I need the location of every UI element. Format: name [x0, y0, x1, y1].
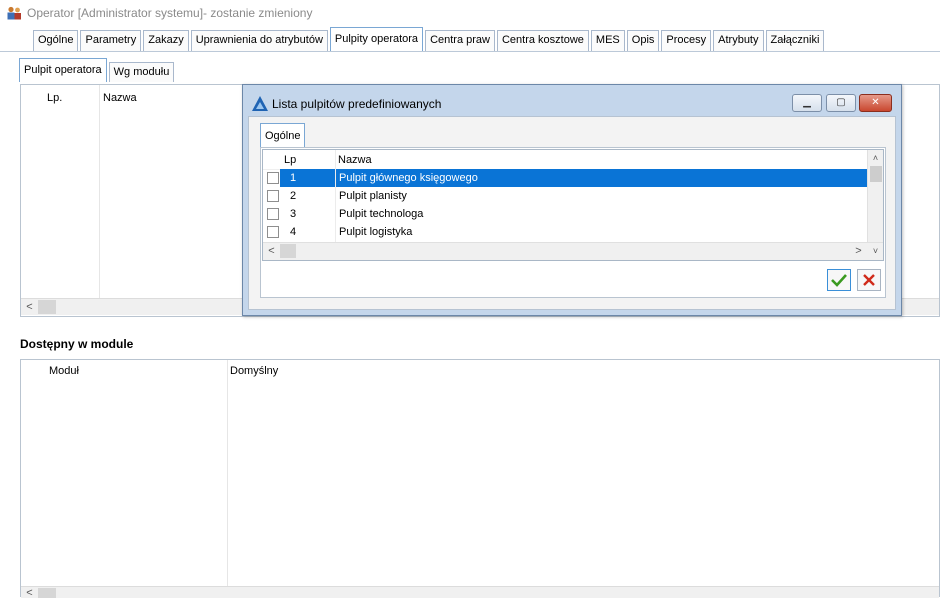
close-button[interactable]: ✕: [859, 94, 892, 112]
tab-procesy[interactable]: Procesy: [661, 30, 712, 51]
section-title-available-in-module: Dostępny w module: [20, 337, 134, 351]
table-row[interactable]: 4 Pulpit logistyka: [263, 223, 867, 241]
scroll-up-icon[interactable]: ˄: [868, 150, 883, 166]
modules-grid[interactable]: Moduł Domyślny <: [20, 359, 940, 601]
row-lp: 2: [290, 190, 297, 202]
desktops-list-grid[interactable]: Lp Nazwa 1 Pulpit głównego księgowego 2 …: [262, 149, 884, 261]
window-title: Operator [Administrator systemu]- zostan…: [27, 6, 313, 20]
scroll-left-icon[interactable]: <: [21, 299, 38, 315]
users-icon: [7, 6, 21, 20]
scroll-right-icon[interactable]: >: [850, 243, 867, 259]
table-row[interactable]: 3 Pulpit technologa: [263, 205, 867, 223]
row-name: Pulpit głównego księgowego: [336, 169, 868, 187]
minimize-button[interactable]: ▁: [792, 94, 822, 112]
tab-ogolne[interactable]: Ogólne: [260, 123, 306, 147]
tab-centra-praw[interactable]: Centra praw: [425, 30, 495, 51]
dialog-body: Ogólne Lp Nazwa 1 Pulpit głównego księgo…: [248, 116, 896, 310]
horizontal-scrollbar[interactable]: < > ˅: [263, 242, 883, 260]
table-row[interactable]: 1 Pulpit głównego księgowego: [263, 169, 868, 187]
scroll-thumb[interactable]: [280, 244, 296, 258]
sub-tab-strip: Pulpit operatora Wg modułu: [19, 57, 176, 82]
column-header-modul[interactable]: Moduł: [49, 365, 79, 377]
tab-zakazy[interactable]: Zakazy: [143, 30, 189, 51]
scroll-thumb[interactable]: [38, 300, 56, 314]
vertical-scrollbar[interactable]: ˄: [867, 150, 883, 242]
tab-parametry[interactable]: Parametry: [80, 30, 142, 51]
table-row[interactable]: 2 Pulpit planisty: [263, 187, 867, 205]
window-titlebar: Operator [Administrator systemu]- zostan…: [0, 0, 940, 26]
tab-centra-kosztowe[interactable]: Centra kosztowe: [496, 30, 589, 51]
maximize-button[interactable]: ▢: [826, 94, 856, 112]
tab-divider: [0, 51, 940, 52]
tab-ogolne[interactable]: Ogólne: [33, 30, 79, 51]
column-header-lp[interactable]: Lp.: [47, 92, 62, 104]
scroll-left-icon[interactable]: <: [263, 243, 280, 259]
row-name: Pulpit logistyka: [339, 226, 413, 238]
confirm-button[interactable]: [827, 269, 851, 291]
tab-atrybuty[interactable]: Atrybuty: [713, 30, 764, 51]
predefined-desktops-dialog: Lista pulpitów predefiniowanych ▁ ▢ ✕ Og…: [242, 84, 902, 316]
row-checkbox[interactable]: [267, 208, 279, 220]
main-tab-strip: Ogólne Parametry Zakazy Uprawnienia do a…: [33, 27, 826, 51]
tab-mes[interactable]: MES: [590, 30, 625, 51]
app-logo-icon: [252, 96, 268, 111]
row-lp: 3: [290, 208, 297, 220]
dialog-tab-panel: Lp Nazwa 1 Pulpit głównego księgowego 2 …: [260, 147, 886, 298]
row-name: Pulpit planisty: [339, 190, 407, 202]
column-separator: [99, 85, 100, 298]
tab-wg-modulu[interactable]: Wg modułu: [108, 62, 175, 82]
row-lp: 1: [280, 169, 335, 187]
column-header-nazwa[interactable]: Nazwa: [103, 92, 137, 104]
column-header-nazwa[interactable]: Nazwa: [338, 154, 372, 166]
horizontal-scrollbar[interactable]: <: [21, 585, 939, 601]
tab-pulpity-operatora[interactable]: Pulpity operatora: [329, 27, 424, 51]
column-separator: [227, 360, 228, 586]
checkmark-icon: [831, 274, 847, 287]
row-lp: 4: [290, 226, 297, 238]
column-header-lp[interactable]: Lp: [284, 154, 296, 166]
tab-zalaczniki[interactable]: Załączniki: [765, 30, 825, 51]
column-header-domyslny[interactable]: Domyślny: [230, 365, 278, 377]
scroll-down-icon[interactable]: ˅: [867, 243, 884, 259]
row-checkbox[interactable]: [267, 226, 279, 238]
dialog-title: Lista pulpitów predefiniowanych: [272, 97, 442, 111]
tab-uprawnienia-do-atrybutow[interactable]: Uprawnienia do atrybutów: [190, 30, 328, 51]
tab-opis[interactable]: Opis: [626, 30, 660, 51]
row-checkbox[interactable]: [267, 190, 279, 202]
scroll-left-icon[interactable]: <: [21, 585, 38, 601]
tab-pulpit-operatora[interactable]: Pulpit operatora: [19, 58, 107, 82]
scroll-thumb[interactable]: [870, 166, 882, 182]
cancel-button[interactable]: [857, 269, 881, 291]
cancel-x-icon: [863, 274, 875, 286]
row-name: Pulpit technologa: [339, 208, 424, 220]
row-checkbox[interactable]: [267, 172, 279, 184]
